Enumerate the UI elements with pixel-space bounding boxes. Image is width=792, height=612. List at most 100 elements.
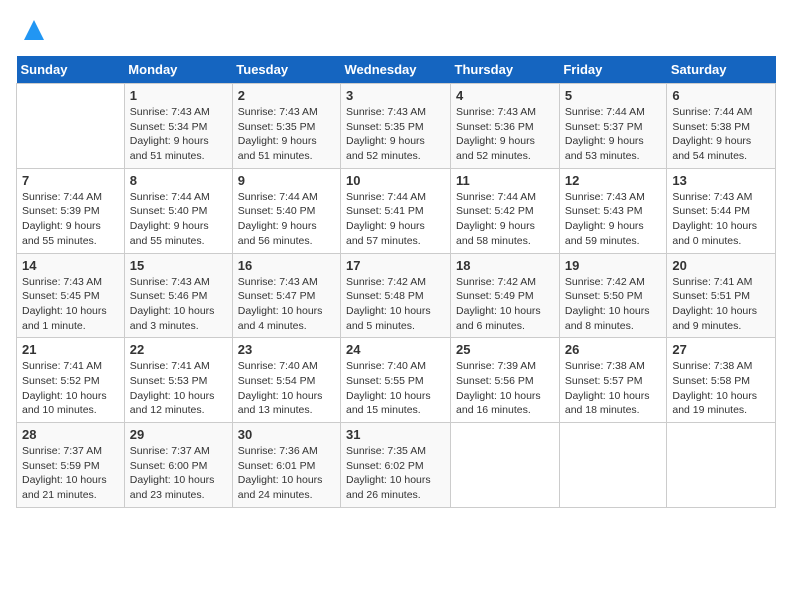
logo-icon [20,16,48,44]
daylight-text: Daylight: 10 hours and 23 minutes. [130,473,227,502]
sunrise-text: Sunrise: 7:44 AM [456,190,554,205]
col-header-wednesday: Wednesday [341,56,451,84]
day-detail: Sunrise: 7:41 AMSunset: 5:52 PMDaylight:… [22,359,119,418]
day-cell: 29Sunrise: 7:37 AMSunset: 6:00 PMDayligh… [124,423,232,508]
sunrise-text: Sunrise: 7:37 AM [22,444,119,459]
day-cell: 9 Sunrise: 7:44 AMSunset: 5:40 PMDaylight… [232,168,340,253]
daylight-text: Daylight: 9 hours and 53 minutes. [565,134,662,163]
day-cell: 11Sunrise: 7:44 AMSunset: 5:42 PMDayligh… [451,168,560,253]
week-row-2: 7Sunrise: 7:44 AMSunset: 5:39 PMDaylight… [17,168,776,253]
sunset-text: Sunset: 5:41 PM [346,204,445,219]
daylight-text: Daylight: 9 hours and 51 minutes. [238,134,335,163]
day-number: 3 [346,88,445,103]
day-detail: Sunrise: 7:43 AMSunset: 5:35 PMDaylight:… [238,105,335,164]
day-detail: Sunrise: 7:36 AMSunset: 6:01 PMDaylight:… [238,444,335,503]
sunset-text: Sunset: 5:57 PM [565,374,662,389]
week-row-5: 28Sunrise: 7:37 AMSunset: 5:59 PMDayligh… [17,423,776,508]
day-detail: Sunrise: 7:44 AMSunset: 5:38 PMDaylight:… [672,105,770,164]
sunset-text: Sunset: 5:38 PM [672,120,770,135]
daylight-text: Daylight: 9 hours and 54 minutes. [672,134,770,163]
day-detail: Sunrise: 7:43 AMSunset: 5:45 PMDaylight:… [22,275,119,334]
day-number: 28 [22,427,119,442]
sunset-text: Sunset: 5:59 PM [22,459,119,474]
daylight-text: Daylight: 10 hours and 1 minute. [22,304,119,333]
daylight-text: Daylight: 9 hours and 55 minutes. [130,219,227,248]
day-cell: 13Sunrise: 7:43 AMSunset: 5:44 PMDayligh… [667,168,776,253]
day-number: 24 [346,342,445,357]
daylight-text: Daylight: 10 hours and 18 minutes. [565,389,662,418]
sunrise-text: Sunrise: 7:37 AM [130,444,227,459]
daylight-text: Daylight: 9 hours and 52 minutes. [456,134,554,163]
day-detail: Sunrise: 7:42 AMSunset: 5:48 PMDaylight:… [346,275,445,334]
day-cell [17,84,125,169]
sunrise-text: Sunrise: 7:42 AM [346,275,445,290]
daylight-text: Daylight: 9 hours and 52 minutes. [346,134,445,163]
page-header [16,16,776,44]
sunrise-text: Sunrise: 7:43 AM [238,105,335,120]
col-header-friday: Friday [559,56,667,84]
day-number: 1 [130,88,227,103]
day-cell: 16Sunrise: 7:43 AMSunset: 5:47 PMDayligh… [232,253,340,338]
day-detail: Sunrise: 7:43 AMSunset: 5:34 PMDaylight:… [130,105,227,164]
day-cell: 20Sunrise: 7:41 AMSunset: 5:51 PMDayligh… [667,253,776,338]
day-detail: Sunrise: 7:43 AMSunset: 5:44 PMDaylight:… [672,190,770,249]
day-detail: Sunrise: 7:44 AMSunset: 5:41 PMDaylight:… [346,190,445,249]
week-row-1: 1Sunrise: 7:43 AMSunset: 5:34 PMDaylight… [17,84,776,169]
sunrise-text: Sunrise: 7:42 AM [565,275,662,290]
sunset-text: Sunset: 5:46 PM [130,289,227,304]
day-number: 23 [238,342,335,357]
sunrise-text: Sunrise: 7:43 AM [22,275,119,290]
daylight-text: Daylight: 10 hours and 6 minutes. [456,304,554,333]
col-header-tuesday: Tuesday [232,56,340,84]
day-number: 8 [130,173,227,188]
day-cell: 15Sunrise: 7:43 AMSunset: 5:46 PMDayligh… [124,253,232,338]
day-number: 4 [456,88,554,103]
sunrise-text: Sunrise: 7:43 AM [238,275,335,290]
day-number: 9 [238,173,335,188]
sunset-text: Sunset: 6:01 PM [238,459,335,474]
sunrise-text: Sunrise: 7:35 AM [346,444,445,459]
sunrise-text: Sunrise: 7:43 AM [565,190,662,205]
day-number: 18 [456,258,554,273]
daylight-text: Daylight: 10 hours and 26 minutes. [346,473,445,502]
sunset-text: Sunset: 5:34 PM [130,120,227,135]
day-number: 27 [672,342,770,357]
day-cell: 14Sunrise: 7:43 AMSunset: 5:45 PMDayligh… [17,253,125,338]
daylight-text: Daylight: 10 hours and 5 minutes. [346,304,445,333]
daylight-text: Daylight: 9 hours and 58 minutes. [456,219,554,248]
day-detail: Sunrise: 7:37 AMSunset: 6:00 PMDaylight:… [130,444,227,503]
day-cell [559,423,667,508]
sunset-text: Sunset: 5:56 PM [456,374,554,389]
sunset-text: Sunset: 5:36 PM [456,120,554,135]
sunrise-text: Sunrise: 7:44 AM [672,105,770,120]
sunset-text: Sunset: 5:50 PM [565,289,662,304]
sunset-text: Sunset: 5:54 PM [238,374,335,389]
day-detail: Sunrise: 7:44 AMSunset: 5:40 PMDaylight:… [238,190,335,249]
calendar-table: SundayMondayTuesdayWednesdayThursdayFrid… [16,56,776,508]
sunrise-text: Sunrise: 7:43 AM [346,105,445,120]
logo [16,16,48,44]
day-number: 11 [456,173,554,188]
col-header-monday: Monday [124,56,232,84]
col-header-saturday: Saturday [667,56,776,84]
day-cell: 22Sunrise: 7:41 AMSunset: 5:53 PMDayligh… [124,338,232,423]
day-cell: 25Sunrise: 7:39 AMSunset: 5:56 PMDayligh… [451,338,560,423]
day-detail: Sunrise: 7:44 AMSunset: 5:37 PMDaylight:… [565,105,662,164]
sunset-text: Sunset: 5:45 PM [22,289,119,304]
day-cell: 8Sunrise: 7:44 AMSunset: 5:40 PMDaylight… [124,168,232,253]
day-cell: 4Sunrise: 7:43 AMSunset: 5:36 PMDaylight… [451,84,560,169]
sunset-text: Sunset: 5:53 PM [130,374,227,389]
week-row-4: 21Sunrise: 7:41 AMSunset: 5:52 PMDayligh… [17,338,776,423]
sunrise-text: Sunrise: 7:42 AM [456,275,554,290]
sunrise-text: Sunrise: 7:41 AM [130,359,227,374]
sunset-text: Sunset: 6:02 PM [346,459,445,474]
daylight-text: Daylight: 10 hours and 19 minutes. [672,389,770,418]
day-cell: 27 Sunrise: 7:38 AMSunset: 5:58 PMDayligh… [667,338,776,423]
day-cell: 18 Sunrise: 7:42 AMSunset: 5:49 PMDayligh… [451,253,560,338]
day-detail: Sunrise: 7:42 AMSunset: 5:49 PMDaylight:… [456,275,554,334]
daylight-text: Daylight: 10 hours and 4 minutes. [238,304,335,333]
day-detail: Sunrise: 7:38 AMSunset: 5:58 PMDaylight:… [672,359,770,418]
daylight-text: Daylight: 9 hours and 59 minutes. [565,219,662,248]
day-detail: Sunrise: 7:40 AMSunset: 5:55 PMDaylight:… [346,359,445,418]
day-detail: Sunrise: 7:41 AMSunset: 5:51 PMDaylight:… [672,275,770,334]
